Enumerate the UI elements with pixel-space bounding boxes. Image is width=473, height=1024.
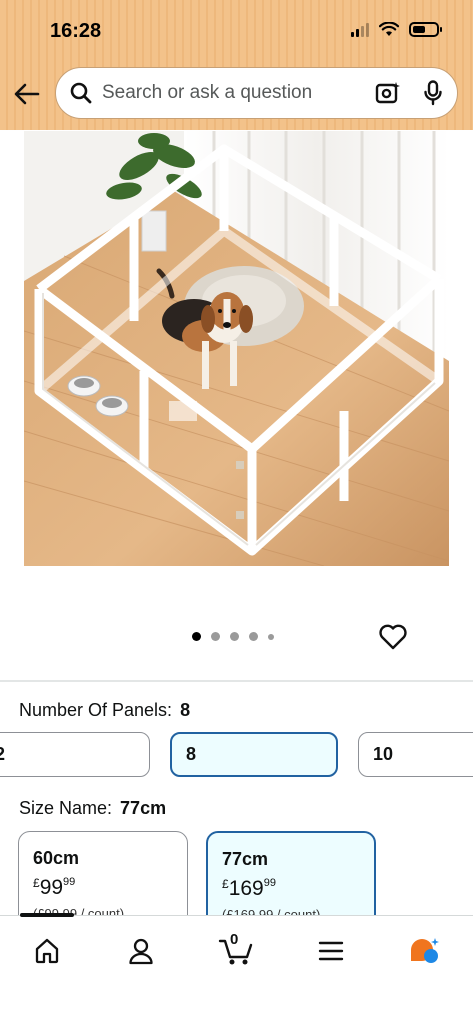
back-arrow-icon[interactable] bbox=[12, 80, 42, 108]
cellular-signal-icon bbox=[351, 22, 369, 37]
section-divider bbox=[0, 680, 473, 682]
size-option-name: 77cm bbox=[222, 849, 269, 869]
size-option-price: £16999 bbox=[222, 877, 276, 900]
size-label: Size Name: 77cm bbox=[19, 798, 166, 819]
panel-option-label: 10 bbox=[373, 744, 394, 764]
cart-count: 0 bbox=[230, 931, 239, 948]
size-option-price: £9999 bbox=[33, 876, 76, 899]
microphone-icon[interactable] bbox=[423, 80, 443, 106]
carousel-dot[interactable] bbox=[249, 632, 258, 641]
size-selected-value: 77cm bbox=[120, 798, 167, 818]
image-carousel-dots[interactable] bbox=[192, 632, 274, 641]
panels-label-text: Number Of Panels: bbox=[19, 700, 173, 720]
panel-option-8[interactable]: 8 bbox=[170, 732, 338, 777]
wishlist-heart-icon[interactable] bbox=[378, 622, 408, 652]
rufus-assistant-icon[interactable] bbox=[405, 934, 445, 968]
app-header: 16:28 Search or ask a question bbox=[0, 0, 473, 130]
carousel-dot[interactable] bbox=[192, 632, 201, 641]
size-option-name: 60cm bbox=[33, 848, 80, 868]
battery-icon bbox=[409, 22, 442, 37]
panel-option-label: 2 bbox=[0, 744, 6, 764]
panel-option-2[interactable]: 2 bbox=[0, 732, 150, 777]
bottom-navigation: 0 bbox=[0, 913, 473, 1024]
carousel-dot[interactable] bbox=[230, 632, 239, 641]
home-icon[interactable] bbox=[27, 934, 67, 968]
camera-search-icon[interactable] bbox=[375, 81, 401, 105]
panels-label: Number Of Panels: 8 bbox=[19, 700, 190, 721]
panel-option-10[interactable]: 10 bbox=[358, 732, 473, 777]
menu-icon[interactable] bbox=[311, 934, 351, 968]
carousel-dot[interactable] bbox=[268, 633, 274, 640]
size-label-text: Size Name: bbox=[19, 798, 113, 818]
carousel-dot[interactable] bbox=[211, 632, 220, 641]
cart-icon[interactable]: 0 bbox=[216, 931, 256, 968]
product-image[interactable] bbox=[24, 131, 449, 566]
status-icons bbox=[351, 22, 442, 37]
panels-selected-value: 8 bbox=[180, 700, 191, 720]
search-icon bbox=[70, 82, 92, 104]
status-time: 16:28 bbox=[50, 20, 102, 42]
wifi-icon bbox=[379, 22, 399, 36]
search-bar[interactable]: Search or ask a question bbox=[55, 67, 458, 119]
search-input[interactable]: Search or ask a question bbox=[102, 82, 375, 104]
active-tab-indicator bbox=[20, 913, 74, 917]
account-icon[interactable] bbox=[121, 934, 161, 968]
panel-option-label: 8 bbox=[186, 744, 197, 764]
